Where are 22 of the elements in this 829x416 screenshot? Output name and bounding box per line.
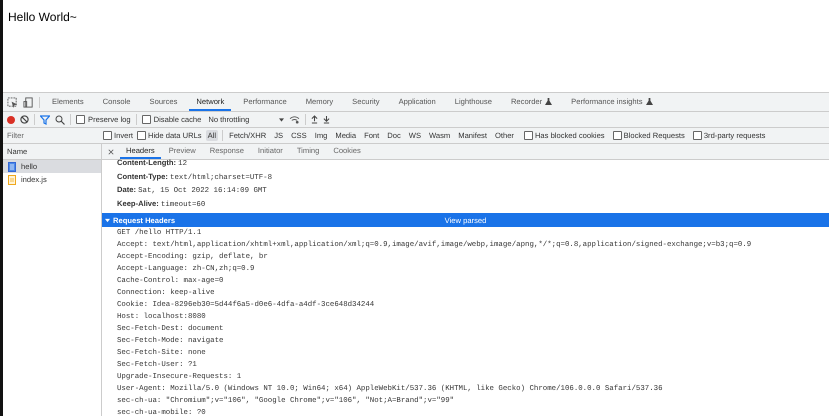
caret-icon [279,118,284,122]
checkbox[interactable] [137,131,146,140]
wifi-gear-icon[interactable] [289,115,300,124]
checkbox[interactable] [76,115,85,124]
close-button[interactable] [108,148,114,154]
page-text: Hello World~ [8,10,77,24]
record-icon[interactable] [7,116,15,124]
document-icon [8,162,16,172]
checkbox[interactable] [524,131,533,140]
inspect-icon[interactable] [7,96,18,108]
caret-icon [105,218,110,222]
script-file-icon [8,174,16,184]
checkbox[interactable] [612,131,622,140]
checkbox[interactable] [692,131,702,140]
clear-icon[interactable] [20,115,29,124]
checkbox[interactable] [103,131,112,140]
search-icon[interactable] [55,114,65,124]
filter-icon[interactable] [40,114,50,124]
checkbox[interactable] [142,115,151,124]
device-icon[interactable] [23,96,34,108]
download-icon[interactable] [323,115,330,124]
upload-icon[interactable] [311,115,318,124]
